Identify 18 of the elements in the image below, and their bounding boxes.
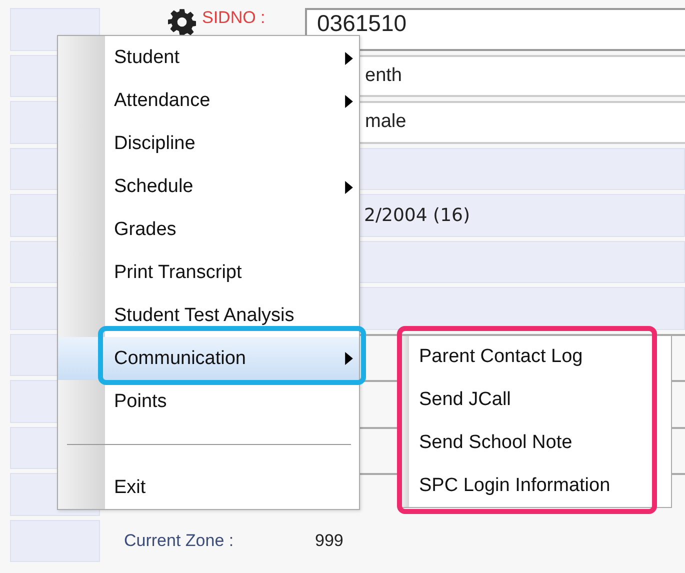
menu-item[interactable]: Points [105,380,359,424]
field[interactable]: 0361510 [305,8,685,50]
menu-item[interactable]: Communication [58,337,359,380]
field-label: SIDNO : [202,8,266,28]
menu-item[interactable]: Parent Contact Log [409,336,671,379]
submenu-arrow-icon [345,352,353,366]
menu-item[interactable]: SPC Login Information [409,464,671,507]
submenu-arrow-icon [345,52,353,65]
submenu-arrow-icon [345,180,353,194]
field-value: 999 [314,530,344,552]
field-label: Current Zone : [124,530,234,551]
menu-item[interactable]: Send JCall [409,378,671,422]
menu-item[interactable]: Print Transcript [105,252,359,294]
menu-item[interactable]: Student Test Analysis [105,294,359,338]
menu-item[interactable]: Send School Note [409,422,671,464]
submenu-arrow-icon [345,94,353,108]
settings-icon[interactable] [168,8,196,36]
menu-item[interactable]: Exit [105,466,359,509]
